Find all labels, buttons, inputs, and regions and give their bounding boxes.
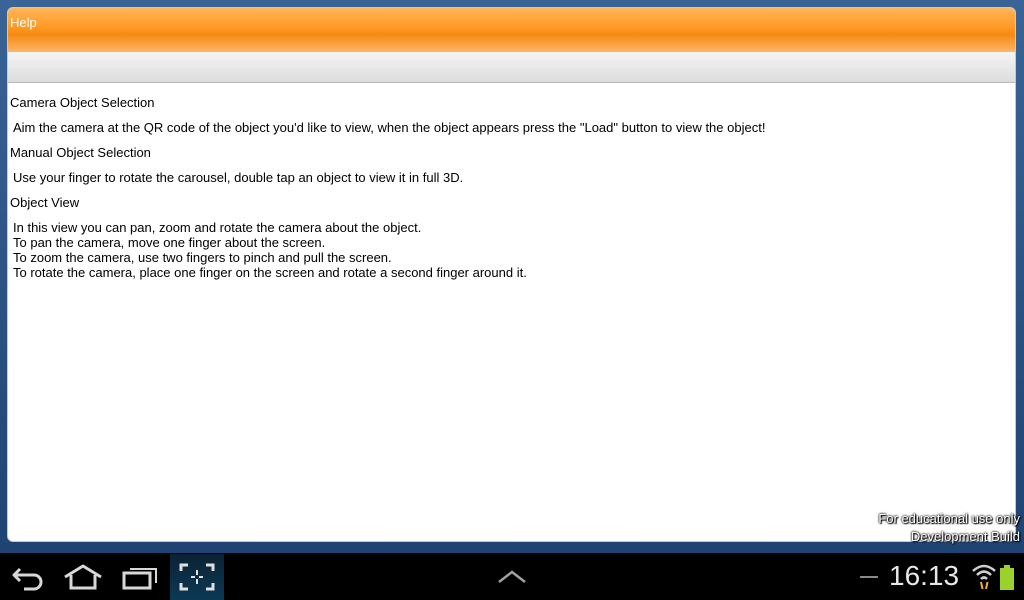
section-heading-manual: Manual Object Selection	[10, 145, 151, 160]
watermark-educational: For educational use only	[878, 511, 1020, 526]
help-line: To pan the camera, move one finger about…	[13, 235, 326, 250]
system-clock[interactable]: 16:13	[889, 560, 959, 592]
section-heading-object-view: Object View	[10, 195, 80, 210]
notification-dash	[860, 576, 878, 578]
show-more-button[interactable]	[490, 559, 534, 595]
recent-apps-icon	[122, 568, 157, 590]
section-heading-camera: Camera Object Selection	[10, 95, 155, 110]
help-line: To zoom the camera, use two fingers to p…	[13, 250, 392, 265]
home-icon	[64, 564, 102, 590]
section-text-camera: Aim the camera at the QR code of the obj…	[13, 120, 1011, 135]
chevron-up-icon	[498, 570, 526, 583]
recent-apps-button[interactable]	[117, 559, 163, 595]
section-text-manual: Use your finger to rotate the carousel, …	[13, 170, 1011, 185]
window-title: Help	[10, 15, 37, 30]
help-line: To rotate the camera, place one finger o…	[13, 265, 527, 280]
help-line: Use your finger to rotate the carousel, …	[13, 170, 464, 185]
screenshot-icon	[179, 563, 215, 591]
help-line: In this view you can pan, zoom and rotat…	[13, 220, 422, 235]
help-window: Help Camera Object Selection Aim the cam…	[7, 7, 1016, 542]
toolbar	[8, 52, 1015, 83]
home-button[interactable]	[61, 559, 105, 595]
section-text-object-view: In this view you can pan, zoom and rotat…	[13, 220, 1011, 280]
wifi-icon	[972, 564, 996, 590]
help-content: Camera Object Selection Aim the camera a…	[10, 95, 1011, 541]
screenshot-button[interactable]	[170, 554, 224, 600]
watermark-development-build: Development Build	[910, 529, 1020, 544]
battery-icon	[1000, 565, 1014, 590]
title-bar: Help	[8, 8, 1015, 53]
back-icon	[12, 567, 43, 591]
back-button[interactable]	[6, 559, 50, 595]
help-line: Aim the camera at the QR code of the obj…	[13, 120, 766, 135]
